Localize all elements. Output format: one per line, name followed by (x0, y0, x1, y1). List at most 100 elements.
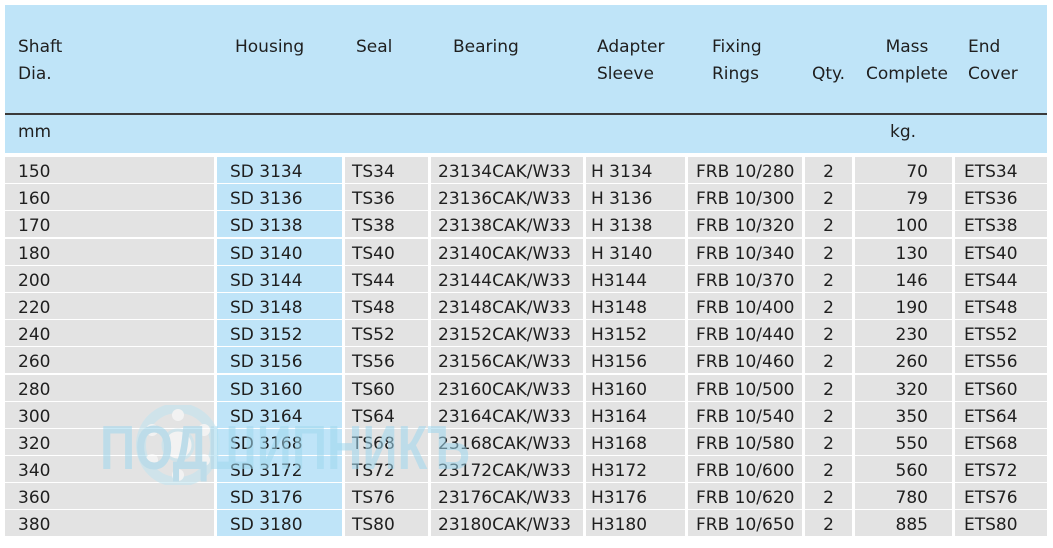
housing-cell: SD 3164 (217, 401, 342, 428)
housing-cell: SD 3138 (217, 211, 342, 238)
end-cover-cell: ETS44 (955, 265, 1047, 292)
header-housing: Housing (235, 37, 305, 57)
seal-cell: TS60 (345, 374, 428, 401)
table-body: 150 SD 3134 TS34 23134CAK/W33 H 3134 FRB 10/2… (5, 157, 1047, 538)
table-row: 220 SD 3148 TS48 23148CAK/W33 H3148 FRB 10/40… (5, 292, 1047, 320)
fixing-rings-cell: FRB 10/340 (688, 238, 802, 265)
bearing-cell: 23164CAK/W33 (431, 401, 583, 428)
seal-cell: TS38 (345, 211, 428, 238)
mass-cell: 885 (855, 510, 952, 537)
bearing-cell: 23172CAK/W33 (431, 456, 583, 483)
housing-cell: SD 3160 (217, 374, 342, 401)
shaft-dia-cell: 200 (5, 265, 214, 292)
fixing-rings-cell: FRB 10/620 (688, 483, 802, 510)
end-cover-cell: ETS80 (955, 510, 1047, 537)
bearing-cell: 23148CAK/W33 (431, 292, 583, 319)
housing-cell: SD 3144 (217, 265, 342, 292)
fixing-rings-cell: FRB 10/540 (688, 401, 802, 428)
mass-cell: 260 (855, 347, 952, 374)
adapter-sleeve-cell: H3176 (586, 483, 685, 510)
header-fixing-rings: Fixing Rings (712, 37, 762, 84)
adapter-sleeve-cell: H 3140 (586, 238, 685, 265)
qty-cell: 2 (805, 401, 852, 428)
shaft-dia-cell: 280 (5, 374, 214, 401)
shaft-dia-cell: 150 (5, 157, 214, 183)
shaft-dia-cell: 380 (5, 510, 214, 537)
qty-cell: 2 (805, 483, 852, 510)
seal-cell: TS56 (345, 347, 428, 374)
table-row: 380 SD 3180 TS80 23180CAK/W33 H3180 FRB 10/65… (5, 510, 1047, 537)
header-seal: Seal (356, 37, 393, 57)
header-qty: Qty. (812, 64, 846, 84)
seal-cell: TS76 (345, 483, 428, 510)
mass-cell: 79 (855, 184, 952, 211)
seal-cell: TS64 (345, 401, 428, 428)
housing-cell: SD 3134 (217, 157, 342, 183)
end-cover-cell: ETS72 (955, 456, 1047, 483)
end-cover-cell: ETS48 (955, 292, 1047, 319)
table-row: 240 SD 3152 TS52 23152CAK/W33 H3152 FRB 10/44… (5, 320, 1047, 347)
shaft-dia-cell: 300 (5, 401, 214, 428)
qty-cell: 2 (805, 211, 852, 238)
table-row: 170 SD 3138 TS38 23138CAK/W33 H 3138 FRB 10/3… (5, 211, 1047, 238)
mass-cell: 70 (855, 157, 952, 183)
shaft-dia-cell: 240 (5, 320, 214, 347)
table-row: 150 SD 3134 TS34 23134CAK/W33 H 3134 FRB 10/2… (5, 157, 1047, 184)
bearing-cell: 23160CAK/W33 (431, 374, 583, 401)
fixing-rings-cell: FRB 10/400 (688, 292, 802, 319)
adapter-sleeve-cell: H3148 (586, 292, 685, 319)
table-row: 260 SD 3156 TS56 23156CAK/W33 H3156 FRB 10/46… (5, 347, 1047, 374)
qty-cell: 2 (805, 184, 852, 211)
bearing-cell: 23152CAK/W33 (431, 320, 583, 347)
adapter-sleeve-cell: H3160 (586, 374, 685, 401)
qty-cell: 2 (805, 374, 852, 401)
table-row: 180 SD 3140 TS40 23140CAK/W33 H 3140 FRB 10/3… (5, 238, 1047, 266)
unit-mm: mm (18, 122, 52, 142)
adapter-sleeve-cell: H 3134 (586, 157, 685, 183)
fixing-rings-cell: FRB 10/370 (688, 265, 802, 292)
housing-cell: SD 3148 (217, 292, 342, 319)
end-cover-cell: ETS60 (955, 374, 1047, 401)
shaft-dia-cell: 220 (5, 292, 214, 319)
seal-cell: TS80 (345, 510, 428, 537)
fixing-rings-cell: FRB 10/600 (688, 456, 802, 483)
housing-cell: SD 3176 (217, 483, 342, 510)
shaft-dia-cell: 360 (5, 483, 214, 510)
end-cover-cell: ETS34 (955, 157, 1047, 183)
fixing-rings-cell: FRB 10/300 (688, 184, 802, 211)
fixing-rings-cell: FRB 10/500 (688, 374, 802, 401)
qty-cell: 2 (805, 238, 852, 265)
shaft-dia-cell: 340 (5, 456, 214, 483)
housing-cell: SD 3156 (217, 347, 342, 374)
fixing-rings-cell: FRB 10/320 (688, 211, 802, 238)
housing-cell: SD 3140 (217, 238, 342, 265)
table-row: 320 SD 3168 TS68 23168CAK/W33 H3168 FRB 10/58… (5, 428, 1047, 456)
seal-cell: TS44 (345, 265, 428, 292)
end-cover-cell: ETS52 (955, 320, 1047, 347)
seal-cell: TS68 (345, 428, 428, 455)
shaft-dia-cell: 160 (5, 184, 214, 211)
seal-cell: TS48 (345, 292, 428, 319)
unit-kg: kg. (890, 122, 917, 142)
shaft-dia-cell: 180 (5, 238, 214, 265)
adapter-sleeve-cell: H 3138 (586, 211, 685, 238)
header-adapter-sleeve: Adapter Sleeve (597, 37, 665, 84)
shaft-dia-cell: 260 (5, 347, 214, 374)
adapter-sleeve-cell: H3144 (586, 265, 685, 292)
fixing-rings-cell: FRB 10/280 (688, 157, 802, 183)
housing-cell: SD 3180 (217, 510, 342, 537)
end-cover-cell: ETS76 (955, 483, 1047, 510)
shaft-dia-cell: 320 (5, 428, 214, 455)
table-row: 340 SD 3172 TS72 23172CAK/W33 H3172 FRB 10/60… (5, 456, 1047, 483)
end-cover-cell: ETS36 (955, 184, 1047, 211)
header-shaft: Shaft Dia. (18, 37, 63, 84)
mass-cell: 350 (855, 401, 952, 428)
bearing-cell: 23140CAK/W33 (431, 238, 583, 265)
seal-cell: TS34 (345, 157, 428, 183)
mass-cell: 780 (855, 483, 952, 510)
table-row: 280 SD 3160 TS60 23160CAK/W33 H3160 FRB 10/50… (5, 374, 1047, 402)
table-row: 160 SD 3136 TS36 23136CAK/W33 H 3136 FRB 10/3… (5, 184, 1047, 211)
end-cover-cell: ETS68 (955, 428, 1047, 455)
seal-cell: TS36 (345, 184, 428, 211)
mass-cell: 130 (855, 238, 952, 265)
